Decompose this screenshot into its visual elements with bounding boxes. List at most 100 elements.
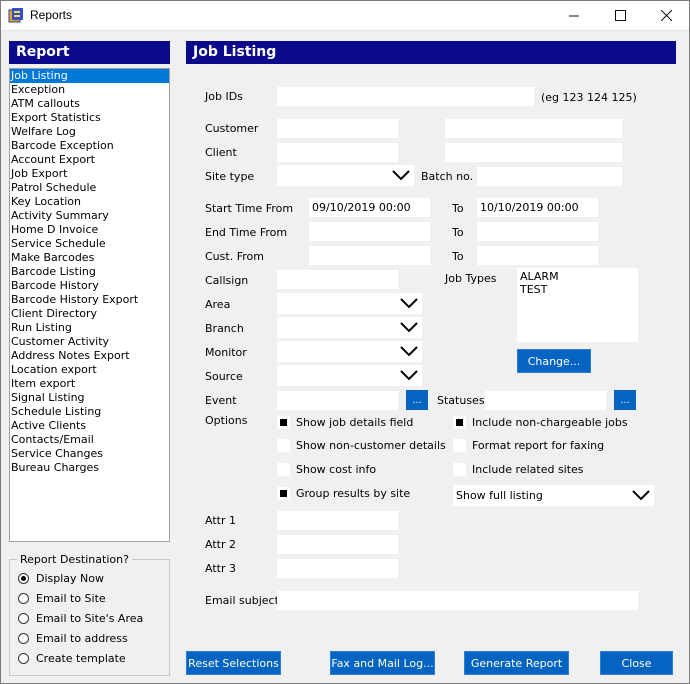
generate-report-button[interactable]: Generate Report [464,651,569,675]
batch-no-label: Batch no. [421,170,474,183]
report-list-item[interactable]: Active Clients [10,419,169,433]
report-list-item[interactable]: Signal Listing [10,391,169,405]
close-button[interactable]: Close [600,651,673,675]
end-time-from-input[interactable] [309,222,430,241]
start-to-label: To [452,202,464,215]
option-checkbox-row[interactable]: Show non-customer details [277,437,446,453]
source-select[interactable] [277,365,422,386]
report-list-item[interactable]: Client Directory [10,307,169,321]
checkbox[interactable] [453,415,466,429]
client-to-input[interactable] [445,143,622,162]
report-list-item[interactable]: Barcode Listing [10,265,169,279]
radio-button[interactable] [18,652,29,664]
job-types-list[interactable]: ALARM TEST [517,268,638,342]
email-subject-input[interactable] [277,591,638,610]
reset-label: Reset Selections [188,656,279,670]
monitor-select[interactable] [277,341,422,362]
report-list-item[interactable]: Service Schedule [10,237,169,251]
report-list-item[interactable]: Service Changes [10,447,169,461]
minimize-button[interactable] [551,0,597,31]
branch-label: Branch [205,322,244,335]
event-input[interactable] [277,391,398,410]
option-checkbox-row[interactable]: Show job details field [277,414,413,430]
report-list-item[interactable]: Make Barcodes [10,251,169,265]
report-list-item[interactable]: Item export [10,377,169,391]
checkbox[interactable] [277,462,290,476]
listing-type-select[interactable]: Show full listing [453,485,654,506]
option-checkbox-row[interactable]: Show cost info [277,461,376,477]
checkbox[interactable] [453,438,466,452]
report-list-item[interactable]: Exception [10,83,169,97]
report-list-item[interactable]: Welfare Log [10,125,169,139]
client-from-input[interactable] [277,143,398,162]
job-type-item[interactable]: ALARM [520,270,635,283]
customer-from-input[interactable] [277,119,398,138]
report-list-item[interactable]: Job Listing [10,69,169,83]
report-list-item[interactable]: Activity Summary [10,209,169,223]
end-time-to-input[interactable] [477,222,598,241]
site-type-select[interactable] [277,165,414,186]
statuses-browse-button[interactable]: ... [614,390,636,410]
report-list-item[interactable]: Barcode Exception [10,139,169,153]
option-checkbox-row[interactable]: Include related sites [453,461,584,477]
attr2-input[interactable] [277,535,398,554]
change-job-types-button[interactable]: Change... [517,349,591,373]
report-list-item[interactable]: Barcode History Export [10,293,169,307]
report-list-item[interactable]: Schedule Listing [10,405,169,419]
callsign-input[interactable] [277,270,398,289]
checkbox[interactable] [277,486,290,500]
monitor-label: Monitor [205,346,247,359]
area-select[interactable] [277,293,422,314]
job-type-item[interactable]: TEST [520,283,635,296]
customer-to-input[interactable] [445,119,622,138]
start-time-from-input[interactable]: 09/10/2019 00:00 [309,198,430,217]
attr1-input[interactable] [277,511,398,530]
report-list[interactable]: Job Listing Exception ATM callouts Export S… [9,68,170,542]
job-ids-input[interactable] [277,87,534,106]
report-list-item[interactable]: Address Notes Export [10,349,169,363]
radio-button[interactable] [18,592,29,604]
option-checkbox-row[interactable]: Group results by site [277,485,410,501]
report-list-item[interactable]: Key Location [10,195,169,209]
report-list-item[interactable]: Patrol Schedule [10,181,169,195]
checkbox[interactable] [277,415,290,429]
checkbox[interactable] [277,438,290,452]
job-ids-label: Job IDs [205,90,243,103]
option-checkbox-row[interactable]: Include non-chargeable jobs [453,414,628,430]
branch-select[interactable] [277,317,422,338]
report-list-item[interactable]: Home D Invoice [10,223,169,237]
option-checkbox-row[interactable]: Format report for faxing [453,437,604,453]
report-list-item[interactable]: Location export [10,363,169,377]
radio-button[interactable] [18,612,29,624]
radio-button[interactable] [18,572,29,584]
destination-option[interactable]: Email to address [18,630,128,646]
cust-to-input[interactable] [477,246,598,265]
destination-option[interactable]: Email to Site [18,590,106,606]
fax-mail-log-button[interactable]: Fax and Mail Log... [330,651,435,675]
cust-from-input[interactable] [309,246,430,265]
report-list-item[interactable]: Account Export [10,153,169,167]
reset-selections-button[interactable]: Reset Selections [186,651,281,675]
report-list-item[interactable]: Barcode History [10,279,169,293]
event-browse-button[interactable]: ... [406,390,428,410]
attr3-input[interactable] [277,559,398,578]
report-list-item[interactable]: ATM callouts [10,97,169,111]
destination-option[interactable]: Create template [18,650,126,666]
maximize-button[interactable] [597,0,643,31]
report-list-item[interactable]: Bureau Charges [10,461,169,475]
radio-button[interactable] [18,632,29,644]
report-list-item[interactable]: Customer Activity [10,335,169,349]
destination-option[interactable]: Email to Site's Area [18,610,143,626]
report-list-item[interactable]: Export Statistics [10,111,169,125]
event-label: Event [205,394,237,407]
report-list-item[interactable]: Contacts/Email [10,433,169,447]
close-window-button[interactable] [643,0,689,31]
report-list-item[interactable]: Run Listing [10,321,169,335]
end-to-label: To [452,226,464,239]
batch-no-input[interactable] [477,167,622,186]
start-time-to-input[interactable]: 10/10/2019 00:00 [477,198,598,217]
destination-option[interactable]: Display Now [18,570,104,586]
statuses-input[interactable] [485,391,606,410]
report-list-item[interactable]: Job Export [10,167,169,181]
checkbox[interactable] [453,462,466,476]
